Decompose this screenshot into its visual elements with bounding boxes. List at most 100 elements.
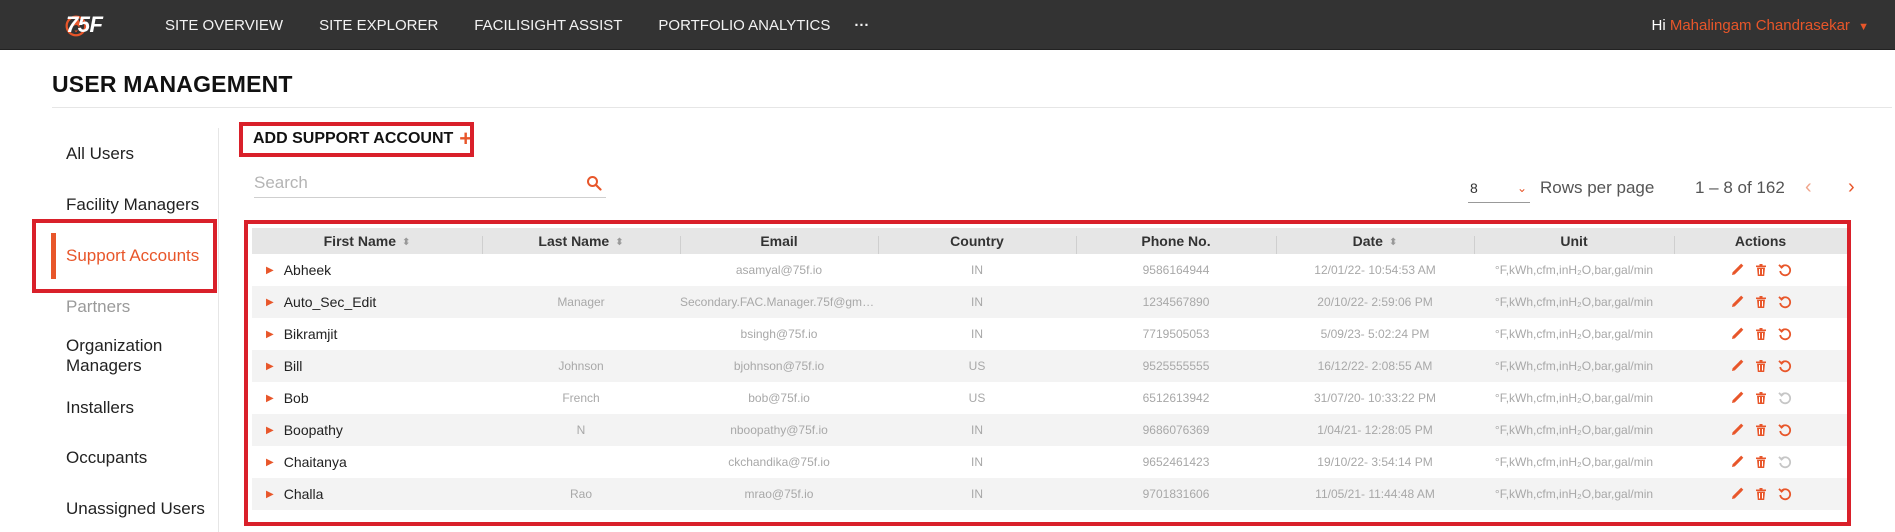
column-header-country: Country xyxy=(878,233,1076,254)
trash-icon[interactable] xyxy=(1754,263,1768,277)
cell-date: 5/09/23- 5:02:24 PM xyxy=(1320,327,1430,341)
reset-icon[interactable] xyxy=(1777,455,1792,469)
reset-icon[interactable] xyxy=(1777,423,1792,437)
brand-name[interactable]: 75F xyxy=(66,12,103,38)
triangle-right-icon[interactable]: ▶ xyxy=(266,297,274,308)
reset-icon[interactable] xyxy=(1777,295,1792,309)
column-header-first-name[interactable]: First Name ⬍ xyxy=(252,233,482,249)
sidebar-item-support-accounts[interactable]: Support Accounts xyxy=(66,246,199,266)
user-name[interactable]: Mahalingam Chandrasekar xyxy=(1670,17,1850,34)
reset-icon[interactable] xyxy=(1777,487,1792,501)
trash-icon[interactable] xyxy=(1754,295,1768,309)
reset-icon[interactable] xyxy=(1777,391,1792,405)
reset-icon[interactable] xyxy=(1777,359,1792,373)
page-range: 1 – 8 of 162 xyxy=(1695,178,1785,197)
trash-icon[interactable] xyxy=(1754,327,1768,341)
cell-actions xyxy=(1674,391,1847,405)
sidebar-item-partners[interactable]: Partners xyxy=(66,297,130,317)
cell-actions xyxy=(1674,487,1847,501)
cell-first-name: ▶ Bob xyxy=(252,390,482,406)
pencil-icon[interactable] xyxy=(1730,391,1744,405)
table-row[interactable]: ▶ Chaitanya ckchandika@75f.io IN 9652461423 1… xyxy=(252,446,1847,478)
sidebar-item-installers[interactable]: Installers xyxy=(66,398,134,418)
trash-icon[interactable] xyxy=(1754,455,1768,469)
search-input[interactable] xyxy=(254,170,574,196)
trash-icon[interactable] xyxy=(1754,487,1768,501)
cell-country: IN xyxy=(971,423,983,437)
column-header-date[interactable]: Date ⬍ xyxy=(1276,233,1474,254)
first-name: Challa xyxy=(283,486,324,502)
table-row[interactable]: ▶ Auto_Sec_Edit Manager Secondary.FAC.Manag… xyxy=(252,286,1847,318)
pencil-icon[interactable] xyxy=(1730,359,1744,373)
cell-unit: °F,kWh,cfm,inH₂O,bar,gal/min xyxy=(1494,263,1654,277)
trash-icon[interactable] xyxy=(1754,359,1768,373)
nav-portfolio-analytics[interactable]: PORTFOLIO ANALYTICS xyxy=(658,17,830,34)
divider xyxy=(52,107,1892,108)
cell-last-name: Manager xyxy=(557,295,605,309)
nav-facilisight-assist[interactable]: FACILISIGHT ASSIST xyxy=(474,17,622,34)
pencil-icon[interactable] xyxy=(1730,423,1744,437)
sidebar-item-unassigned-users[interactable]: Unassigned Users xyxy=(66,499,205,519)
cell-date: 12/01/22- 10:54:53 AM xyxy=(1314,263,1436,277)
nav-site-overview[interactable]: SITE OVERVIEW xyxy=(165,17,283,34)
add-support-account-button[interactable]: ADD SUPPORT ACCOUNT + xyxy=(244,124,481,154)
nav-site-explorer[interactable]: SITE EXPLORER xyxy=(319,17,438,34)
more-menu-icon[interactable]: ··· xyxy=(854,17,869,34)
sidebar-item-facility-managers[interactable]: Facility Managers xyxy=(66,195,199,215)
reset-icon[interactable] xyxy=(1777,263,1792,277)
sidebar-item-organization-managers[interactable]: Organization Managers xyxy=(66,336,206,376)
first-name: Boopathy xyxy=(283,422,343,438)
table-row[interactable]: ▶ Boopathy Nnboopathy@75f.io IN 9686076369 1/… xyxy=(252,414,1847,446)
chevron-down-icon[interactable]: ▼ xyxy=(1858,21,1869,33)
chevron-down-icon: ⌄ xyxy=(1516,181,1527,195)
first-name: Bill xyxy=(283,358,303,374)
trash-icon[interactable] xyxy=(1754,423,1768,437)
cell-email: ckchandika@75f.io xyxy=(728,455,830,469)
triangle-right-icon[interactable]: ▶ xyxy=(266,489,274,500)
triangle-right-icon[interactable]: ▶ xyxy=(266,329,274,340)
pencil-icon[interactable] xyxy=(1730,327,1744,341)
column-header-last-name[interactable]: Last Name ⬍ xyxy=(482,233,680,254)
table-row[interactable]: ▶ Bob French bob@75f.io US 6512613942 31/07/20… xyxy=(252,382,1847,414)
cell-first-name: ▶ Boopathy xyxy=(252,422,482,438)
cell-country: IN xyxy=(971,327,983,341)
cell-unit: °F,kWh,cfm,inH₂O,bar,gal/min xyxy=(1494,423,1654,437)
pencil-icon[interactable] xyxy=(1730,487,1744,501)
table-row[interactable]: ▶ Abheek asamyal@75f.io IN 9586164944 12/01/2… xyxy=(252,254,1847,286)
cell-country: IN xyxy=(971,263,983,277)
table-row[interactable]: ▶ Challa Rao mrao@75f.io IN 9701831606 11/05/2… xyxy=(252,478,1847,510)
cell-unit: °F,kWh,cfm,inH₂O,bar,gal/min xyxy=(1494,455,1654,469)
reset-icon[interactable] xyxy=(1777,327,1792,341)
cell-unit: °F,kWh,cfm,inH₂O,bar,gal/min xyxy=(1494,487,1654,501)
pencil-icon[interactable] xyxy=(1730,455,1744,469)
search-icon[interactable] xyxy=(586,175,602,191)
pencil-icon[interactable] xyxy=(1730,295,1744,309)
cell-date: 31/07/20- 10:33:22 PM xyxy=(1313,391,1437,405)
sidebar-item-all-users[interactable]: All Users xyxy=(66,144,134,164)
cell-phone: 9686076369 xyxy=(1142,423,1210,437)
triangle-right-icon[interactable]: ▶ xyxy=(266,361,274,372)
cell-country: US xyxy=(968,391,986,405)
chevron-left-icon[interactable]: ‹ xyxy=(1805,176,1812,199)
trash-icon[interactable] xyxy=(1754,391,1768,405)
cell-phone: 9701831606 xyxy=(1142,487,1210,501)
cell-date: 1/04/21- 12:28:05 PM xyxy=(1317,423,1433,437)
sidebar-item-occupants[interactable]: Occupants xyxy=(66,448,147,468)
triangle-right-icon[interactable]: ▶ xyxy=(266,425,274,436)
rows-per-page-select[interactable]: 8 ⌄ xyxy=(1468,177,1530,203)
chevron-right-icon[interactable]: › xyxy=(1848,176,1855,199)
table-row[interactable]: ▶ Bikramjit bsingh@75f.io IN 7719505053 5/09/… xyxy=(252,318,1847,350)
cell-actions xyxy=(1674,423,1847,437)
cell-actions xyxy=(1674,359,1847,373)
sort-icon[interactable]: ⬍ xyxy=(615,237,623,248)
pencil-icon[interactable] xyxy=(1730,263,1744,277)
cell-email: bjohnson@75f.io xyxy=(733,359,825,373)
sort-icon[interactable]: ⬍ xyxy=(402,237,410,248)
triangle-right-icon[interactable]: ▶ xyxy=(266,457,274,468)
triangle-right-icon[interactable]: ▶ xyxy=(266,265,274,276)
table-row[interactable]: ▶ Bill Johnson bjohnson@75f.io US 9525555555 1… xyxy=(252,350,1847,382)
triangle-right-icon[interactable]: ▶ xyxy=(266,393,274,404)
cell-first-name: ▶ Bikramjit xyxy=(252,326,482,342)
sort-icon[interactable]: ⬍ xyxy=(1389,237,1397,248)
user-menu[interactable]: Hi Mahalingam Chandrasekar ▼ xyxy=(1651,17,1869,34)
